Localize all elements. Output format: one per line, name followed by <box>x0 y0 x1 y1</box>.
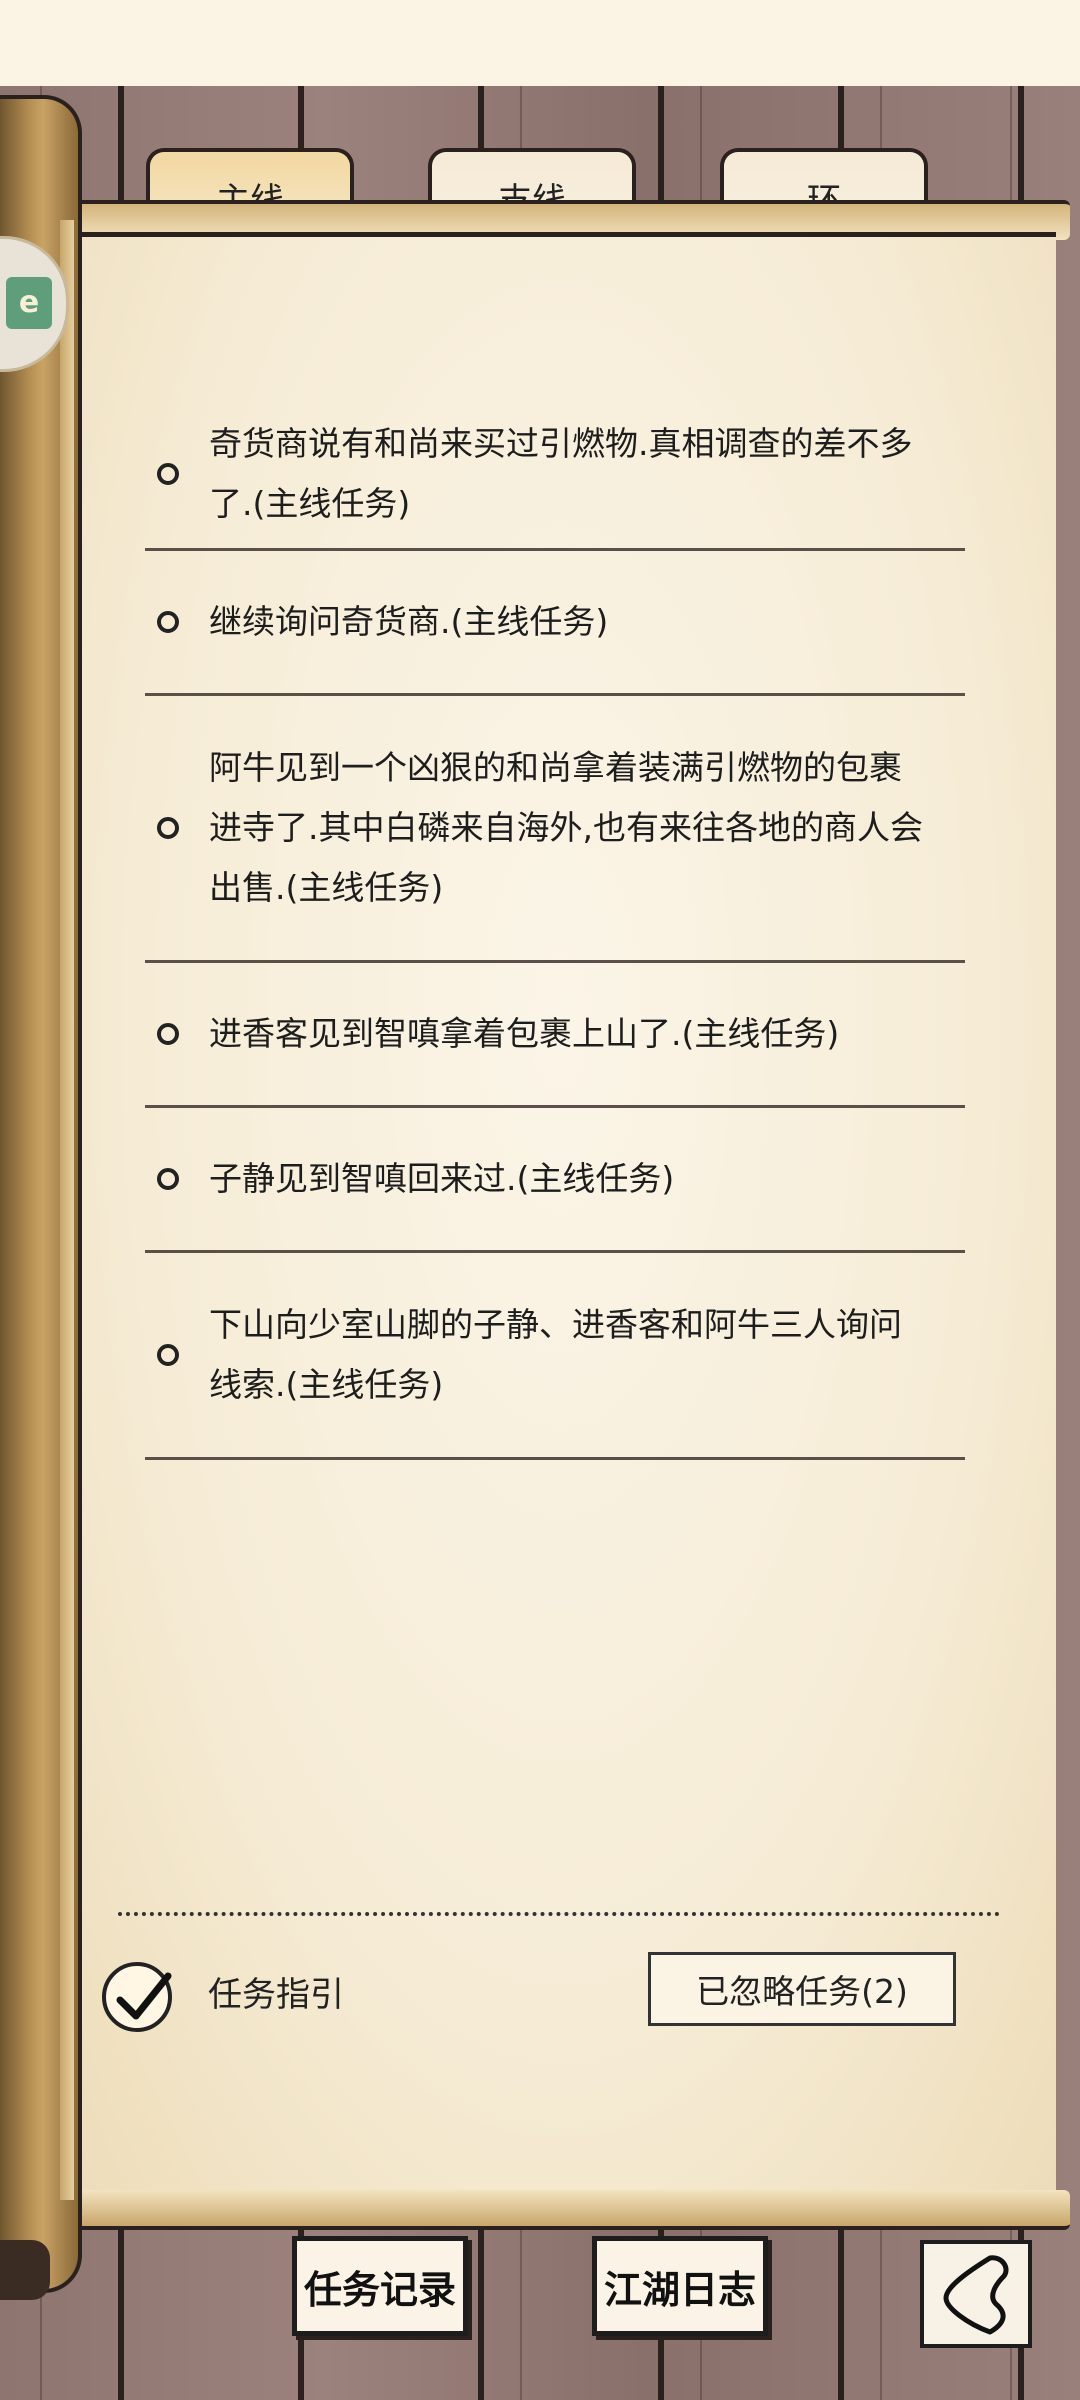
dotted-divider <box>118 1912 1000 1916</box>
task-item[interactable]: 阿牛见到一个凶狠的和尚拿着装满引燃物的包裹进寺了.其中白磷来自海外,也有来往各地… <box>145 696 965 963</box>
task-list: 奇货商说有和尚来买过引燃物.真相调查的差不多了.(主线任务) 继续询问奇货商.(… <box>145 400 965 1460</box>
scroll-roll <box>60 220 74 2200</box>
guide-checkbox[interactable] <box>102 1962 172 2032</box>
bullet-icon <box>157 611 179 633</box>
ignored-tasks-button[interactable]: 已忽略任务(2) <box>648 1952 956 2026</box>
bullet-icon <box>157 1344 179 1366</box>
task-item[interactable]: 继续询问奇货商.(主线任务) <box>145 551 965 696</box>
task-text: 继续询问奇货商.(主线任务) <box>209 602 609 641</box>
task-item[interactable]: 进香客见到智嗔拿着包裹上山了.(主线任务) <box>145 963 965 1108</box>
checkmark-icon <box>116 1972 172 2020</box>
task-text: 子静见到智嗔回来过.(主线任务) <box>209 1159 675 1198</box>
scroll-rod-end <box>0 2240 50 2300</box>
back-button[interactable] <box>920 2240 1032 2348</box>
avatar-badge: e <box>6 277 52 329</box>
task-text: 进香客见到智嗔拿着包裹上山了.(主线任务) <box>209 1014 840 1053</box>
bullet-icon <box>157 463 179 485</box>
task-item[interactable]: 奇货商说有和尚来买过引燃物.真相调查的差不多了.(主线任务) <box>145 400 965 551</box>
bullet-icon <box>157 1168 179 1190</box>
bullet-icon <box>157 1023 179 1045</box>
task-text: 下山向少室山脚的子静、进香客和阿牛三人询问线索.(主线任务) <box>209 1305 902 1404</box>
bullet-icon <box>157 817 179 839</box>
scroll-bottom-edge <box>60 2190 1070 2230</box>
journal-button[interactable]: 江湖日志 <box>592 2236 768 2336</box>
status-bar <box>0 0 1080 86</box>
task-records-button[interactable]: 任务记录 <box>292 2236 468 2336</box>
back-arrow-icon <box>943 2255 1009 2335</box>
task-text: 奇货商说有和尚来买过引燃物.真相调查的差不多了.(主线任务) <box>209 424 913 523</box>
task-text: 阿牛见到一个凶狠的和尚拿着装满引燃物的包裹进寺了.其中白磷来自海外,也有来往各地… <box>209 748 923 907</box>
task-item[interactable]: 子静见到智嗔回来过.(主线任务) <box>145 1108 965 1253</box>
guide-label: 任务指引 <box>208 1975 344 2015</box>
task-item[interactable]: 下山向少室山脚的子静、进香客和阿牛三人询问线索.(主线任务) <box>145 1253 965 1460</box>
